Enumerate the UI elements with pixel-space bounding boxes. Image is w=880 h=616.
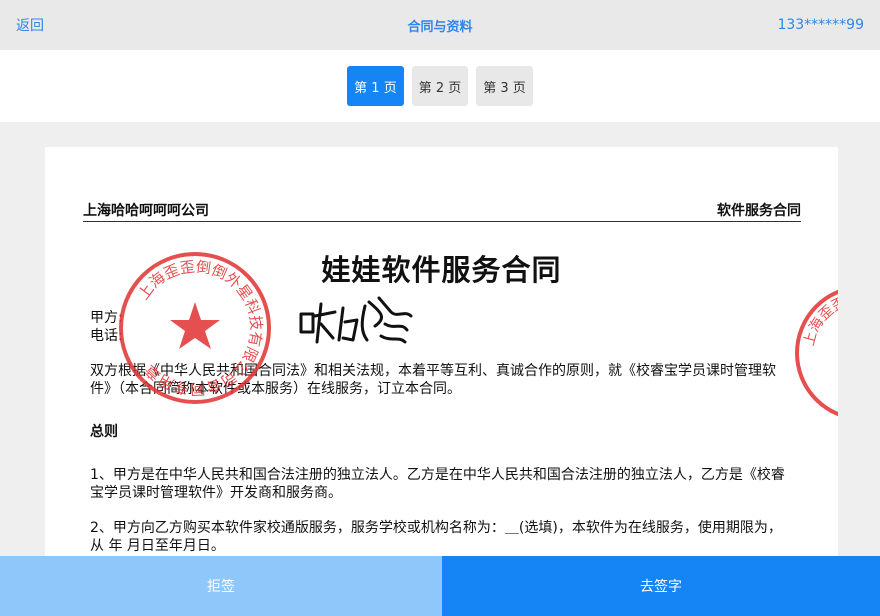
- page-title: 合同与资料: [407, 19, 473, 35]
- party-a-label: 甲方:: [90, 310, 123, 326]
- contract-document[interactable]: 上海哈哈呵呵呵公司 软件服务合同 娃娃软件服务合同 甲方: 电话: 双方根据《中…: [45, 147, 838, 556]
- company-name: 上海哈哈呵呵呵公司: [83, 203, 209, 219]
- page-1-button[interactable]: 第 1 页: [347, 66, 404, 106]
- handwritten-signature: [299, 296, 413, 344]
- document-header: 上海哈哈呵呵呵公司 软件服务合同: [83, 200, 801, 222]
- contract-title: 娃娃软件服务合同: [321, 253, 562, 287]
- svg-text:上海歪歪倒倒外星科技有限公司: 上海歪歪倒倒外星科技有限公司: [801, 291, 838, 402]
- clause-1: 1、甲方是在中华人民共和国合法注册的独立法人。乙方是在中华人民共和国合法注册的独…: [90, 467, 785, 501]
- reject-button[interactable]: 拒签: [0, 556, 442, 616]
- user-phone: 133******99: [777, 17, 864, 33]
- contract-intro: 双方根据《中华人民共和国合同法》和相关法规，本着平等互利、真诚合作的原则，就《校…: [90, 363, 776, 397]
- phone-label: 电话:: [90, 328, 123, 344]
- back-button[interactable]: 返回: [16, 15, 44, 35]
- top-bar: 返回 合同与资料 133******99: [0, 0, 880, 50]
- bottom-action-bar: 拒签 去签字: [0, 556, 880, 616]
- page-3-button[interactable]: 第 3 页: [476, 66, 533, 106]
- document-type: 软件服务合同: [717, 203, 801, 219]
- sign-button[interactable]: 去签字: [442, 556, 880, 616]
- page-selector: 第 1 页 第 2 页 第 3 页: [0, 50, 880, 122]
- seal-text-2: 上海歪歪倒倒外星科技有限公司: [801, 291, 838, 402]
- clause-2: 2、甲方向乙方购买本软件家校通版服务，服务学校或机构名称为：＿(选填)，本软件为…: [90, 520, 782, 554]
- section-title: 总则: [90, 424, 118, 440]
- company-seal-2: 上海歪歪倒倒外星科技有限公司: [795, 289, 838, 417]
- page-2-button[interactable]: 第 2 页: [411, 66, 469, 106]
